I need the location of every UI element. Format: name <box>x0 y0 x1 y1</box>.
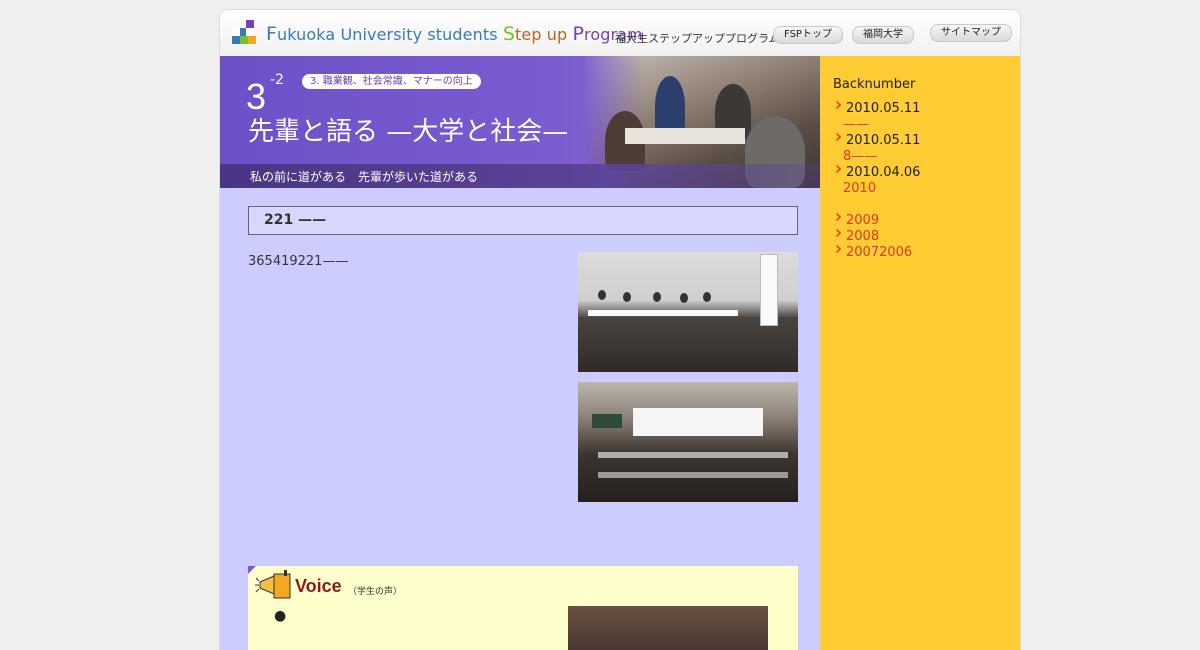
page-title: 先輩と語る —大学と社会— <box>248 117 569 147</box>
chevron-right-icon <box>833 165 841 173</box>
hero-banner: 3 -2 3. 職業観、社会常識、マナーの向上 先輩と語る —大学と社会— 私の… <box>220 56 820 188</box>
nav-sitemap-button[interactable]: サイトマップ <box>930 24 1012 42</box>
year-label: 2009 <box>846 213 880 228</box>
chevron-right-icon <box>833 101 841 109</box>
logo-word-tep: tep up <box>515 25 573 44</box>
site-jp-title: 福大生ステップアッププログラム <box>615 32 780 45</box>
banner-subtitle: 私の前に道がある 先輩が歩いた道がある <box>250 170 479 184</box>
section-heading-box: 221 —— <box>248 206 798 235</box>
backnumber-date: 2010.04.06 <box>846 165 921 180</box>
chevron-right-icon <box>833 213 841 221</box>
backnumber-date: 2010.05.11 <box>846 133 921 148</box>
page-frame: Fukuoka University students Step up Prog… <box>220 10 1020 650</box>
panel-discussion-photo-2 <box>578 382 798 502</box>
chapter-subnumber: -2 <box>270 72 284 88</box>
panel-discussion-photo-1 <box>578 252 798 372</box>
site-header: Fukuoka University students Step up Prog… <box>220 10 1020 57</box>
logo-letter-f: F <box>266 23 278 45</box>
fsp-logo-icon[interactable] <box>232 20 260 48</box>
section-heading: 221 —— <box>264 212 327 228</box>
chevron-right-icon <box>833 245 841 253</box>
nav-fukuoka-univ-button[interactable]: 福岡大学 <box>852 26 914 44</box>
voice-subtitle: （学生の声） <box>348 587 403 597</box>
backnumber-link[interactable]: 2010 <box>843 181 876 196</box>
backnumber-date: 2010.05.11 <box>846 101 921 116</box>
logo-letter-p: P <box>572 23 585 45</box>
megaphone-icon <box>255 570 291 599</box>
year-label: 2008 <box>846 229 880 244</box>
backnumber-item[interactable]: 2010.05.11 <box>833 101 920 116</box>
banner-subtitle-strip: 私の前に道がある 先輩が歩いた道がある <box>220 164 820 188</box>
year-link-2008[interactable]: 2008 <box>833 229 879 244</box>
year-link-2007-2006[interactable]: 20072006 <box>833 245 912 260</box>
chevron-right-icon <box>833 133 841 141</box>
backnumber-sidebar: Backnumber 2010.05.11 —— 2010.05.11 8—— … <box>820 56 1020 650</box>
logo-letter-s: S <box>502 23 516 45</box>
backnumber-item[interactable]: 2010.04.06 <box>833 165 920 180</box>
article-body: 365419221—— <box>248 254 349 269</box>
nav-fsp-top-button[interactable]: FSPトップ <box>773 26 843 44</box>
site-logo-text[interactable]: Fukuoka University students Step up Prog… <box>266 23 643 45</box>
backnumber-item[interactable]: 2010.05.11 <box>833 133 920 148</box>
voice-section: Voice （学生の声） ● <box>248 566 798 650</box>
backnumber-link[interactable]: 8—— <box>843 149 877 164</box>
sidebar-title: Backnumber <box>833 77 916 92</box>
logo-word-ukuoka: ukuoka University students <box>277 25 503 44</box>
backnumber-link[interactable]: —— <box>843 117 869 132</box>
main-content: 221 —— 365419221—— Voice （学生の声） ● <box>220 188 820 650</box>
voice-bullet: ● <box>274 608 287 624</box>
chevron-right-icon <box>833 229 841 237</box>
year-link-2009[interactable]: 2009 <box>833 213 879 228</box>
category-tag: 3. 職業観、社会常識、マナーの向上 <box>302 74 481 89</box>
voice-title: Voice <box>295 576 342 596</box>
voice-photo <box>568 606 768 650</box>
year-label: 20072006 <box>846 245 913 260</box>
